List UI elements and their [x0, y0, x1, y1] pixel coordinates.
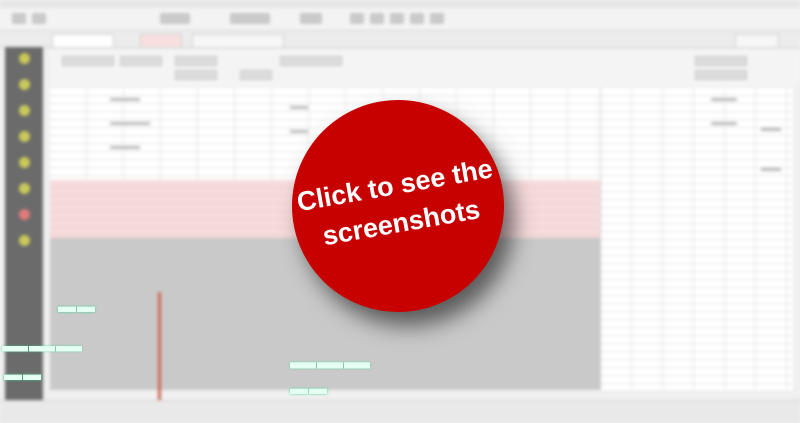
- cta-label: Click to see the screenshots: [287, 148, 509, 260]
- see-screenshots-button[interactable]: Click to see the screenshots: [292, 100, 504, 312]
- ghost-glyphs: ▬▬: [290, 378, 328, 398]
- ghost-glyphs: ▬▬▬: [290, 349, 371, 374]
- ghost-glyphs: ▬▬: [4, 364, 42, 384]
- ghost-glyphs: ▬▬: [58, 296, 96, 316]
- ghost-glyphs: ▬▬▬: [2, 334, 83, 356]
